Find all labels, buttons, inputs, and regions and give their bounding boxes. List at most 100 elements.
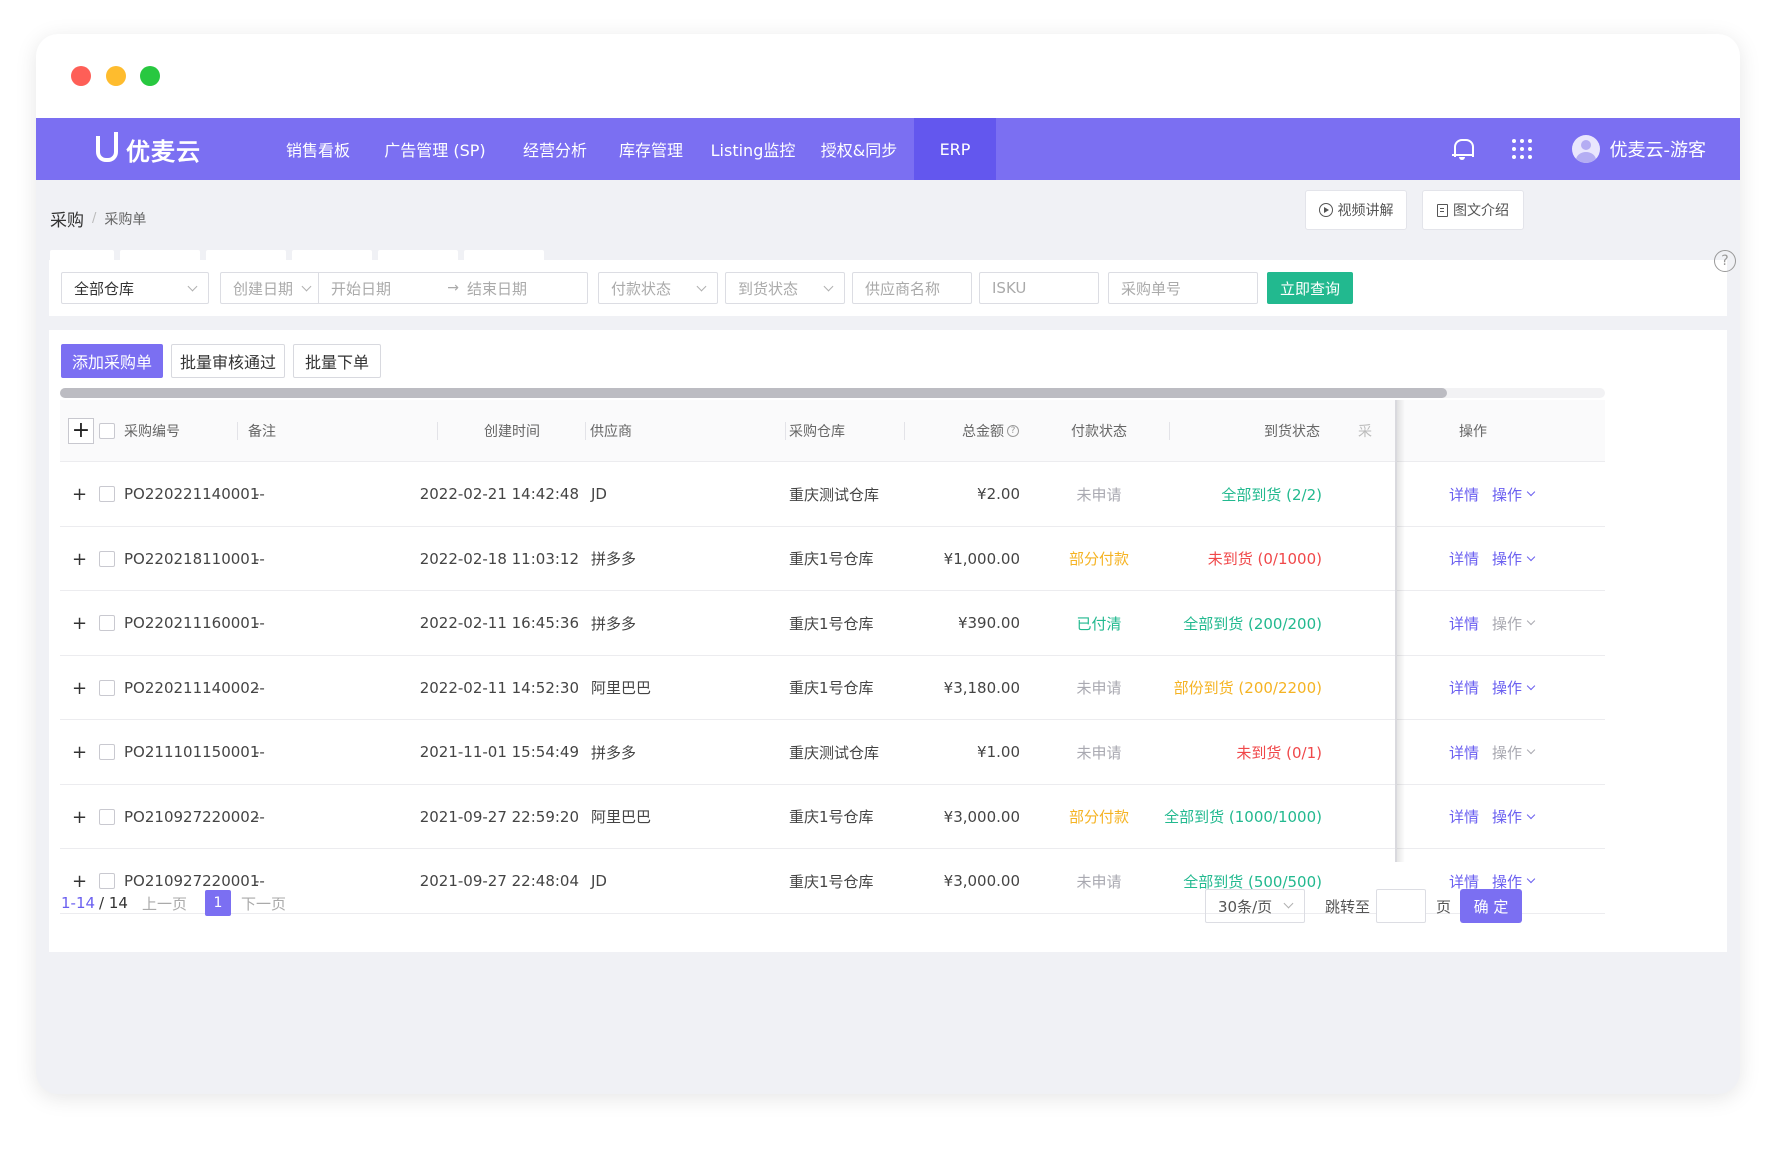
table-header: + 采购编号 备注 创建时间 供应商 采购仓库 总金额? 付款状态 到货状态 采… bbox=[60, 400, 1605, 462]
date-range-picker[interactable]: 创建日期 开始日期 → 结束日期 bbox=[220, 272, 588, 304]
row-checkbox[interactable] bbox=[99, 808, 115, 825]
batch-order-button[interactable]: 批量下单 bbox=[293, 344, 381, 378]
payment-status: 已付清 bbox=[1076, 614, 1122, 633]
po-number[interactable]: PO211101150001 bbox=[124, 720, 259, 784]
row-checkbox[interactable] bbox=[99, 486, 115, 502]
doc-intro-button[interactable]: 图文介绍 bbox=[1422, 190, 1524, 230]
row-checkbox[interactable] bbox=[99, 550, 115, 567]
supplier-name-input[interactable]: 供应商名称 bbox=[852, 272, 972, 304]
chevron-down-icon bbox=[1526, 810, 1536, 819]
col-po-number: 采购编号 bbox=[124, 400, 238, 462]
jump-confirm-button[interactable]: 确 定 bbox=[1460, 889, 1522, 923]
horizontal-scrollbar[interactable] bbox=[60, 388, 1605, 398]
nav-item-sales-board[interactable]: 销售看板 bbox=[276, 118, 360, 180]
expand-row-icon[interactable]: + bbox=[72, 549, 87, 570]
minimize-window-button[interactable] bbox=[106, 66, 126, 86]
detail-link[interactable]: 详情 bbox=[1449, 613, 1479, 634]
page-size-value: 30条/页 bbox=[1218, 897, 1273, 916]
select-all-checkbox[interactable] bbox=[99, 423, 115, 439]
help-question-icon[interactable]: ? bbox=[1714, 250, 1736, 272]
breadcrumb-current: 采购单 bbox=[104, 211, 147, 228]
pagination: 1-14 / 14 上一页 1 下一页 bbox=[61, 890, 286, 916]
expand-row-icon[interactable]: + bbox=[72, 871, 87, 892]
operation-dropdown[interactable]: 操作 bbox=[1492, 484, 1536, 505]
po-number[interactable]: PO220211140002 bbox=[124, 656, 259, 720]
expand-all-icon[interactable]: + bbox=[68, 418, 94, 444]
col-warehouse-label: 采购仓库 bbox=[789, 424, 845, 440]
close-window-button[interactable] bbox=[71, 66, 91, 86]
table-row[interactable]: + PO220218110001 -- 2022-02-18 11:03:12 拼多多 重… bbox=[60, 527, 1605, 591]
detail-link[interactable]: 详情 bbox=[1449, 484, 1479, 505]
expand-row-icon[interactable]: + bbox=[72, 613, 87, 634]
po-number[interactable]: PO220211160001 bbox=[124, 591, 259, 655]
warehouse: 重庆测试仓库 bbox=[789, 743, 880, 762]
jump-page-input[interactable] bbox=[1376, 889, 1426, 923]
row-checkbox[interactable] bbox=[99, 744, 115, 760]
arrival-status-select[interactable]: 到货状态 bbox=[725, 272, 845, 304]
expand-row-icon[interactable]: + bbox=[72, 678, 87, 699]
payment-status: 部分付款 bbox=[1068, 550, 1129, 568]
table-row[interactable]: + PO210927220001 -- 2021-09-27 22:48:04 JD 重庆… bbox=[60, 849, 1605, 914]
row-checkbox[interactable] bbox=[99, 615, 115, 631]
expand-row-icon[interactable]: + bbox=[72, 484, 87, 505]
nav-item-analysis[interactable]: 经营分析 bbox=[510, 118, 600, 180]
operation-dropdown[interactable]: 操作 bbox=[1492, 548, 1536, 569]
nav-item-listing[interactable]: Listing监控 bbox=[702, 118, 804, 180]
table-row[interactable]: + PO210927220002 -- 2021-09-27 22:59:20 阿里巴巴… bbox=[60, 785, 1605, 849]
fixed-column-shadow bbox=[1397, 400, 1405, 862]
col-amount: 总金额? bbox=[905, 400, 1025, 462]
operation-dropdown[interactable]: 操作 bbox=[1492, 806, 1536, 827]
breadcrumb-root[interactable]: 采购 bbox=[50, 206, 84, 231]
apps-grid-icon[interactable] bbox=[1511, 139, 1532, 159]
date-type-select[interactable]: 创建日期 bbox=[221, 273, 319, 303]
detail-link[interactable]: 详情 bbox=[1449, 742, 1479, 763]
nav-item-erp[interactable]: ERP bbox=[914, 118, 996, 180]
total-amount: ¥1.00 bbox=[977, 743, 1020, 761]
row-checkbox[interactable] bbox=[99, 873, 115, 889]
po-number[interactable]: PO220221140001 bbox=[124, 462, 259, 526]
detail-link[interactable]: 详情 bbox=[1449, 806, 1479, 827]
top-navbar: 优麦云 销售看板 广告管理 (SP) 经营分析 库存管理 Listing监控 授… bbox=[36, 118, 1740, 180]
expand-row-icon[interactable]: + bbox=[72, 807, 87, 828]
add-purchase-order-button[interactable]: 添加采购单 bbox=[61, 344, 163, 378]
table-row[interactable]: + PO220211160001 -- 2022-02-11 16:45:36 拼多多 重… bbox=[60, 591, 1605, 656]
po-number[interactable]: PO210927220002 bbox=[124, 785, 259, 849]
col-warehouse: 采购仓库 bbox=[789, 400, 905, 462]
nav-item-auth-sync[interactable]: 授权&同步 bbox=[804, 118, 914, 180]
operation-dropdown[interactable]: 操作 bbox=[1492, 613, 1536, 634]
nav-right: 优麦云-游客 bbox=[1451, 118, 1707, 180]
detail-link[interactable]: 详情 bbox=[1449, 677, 1479, 698]
prev-page-button[interactable]: 上一页 bbox=[142, 893, 187, 914]
bell-icon[interactable] bbox=[1451, 138, 1474, 160]
avatar[interactable] bbox=[1571, 135, 1600, 163]
operation-dropdown[interactable]: 操作 bbox=[1492, 677, 1536, 698]
table-row[interactable]: + PO211101150001 -- 2021-11-01 15:54:49 拼多多 重… bbox=[60, 720, 1605, 785]
table-row[interactable]: + PO220211140002 -- 2022-02-11 14:52:30 阿里巴巴… bbox=[60, 656, 1605, 720]
po-number[interactable]: PO220218110001 bbox=[124, 527, 259, 591]
supplier: 拼多多 bbox=[591, 614, 637, 633]
maximize-window-button[interactable] bbox=[140, 66, 160, 86]
user-name[interactable]: 优麦云-游客 bbox=[1610, 136, 1707, 162]
page-number-button[interactable]: 1 bbox=[204, 890, 231, 916]
logo[interactable]: 优麦云 bbox=[96, 118, 201, 180]
payment-status-select[interactable]: 付款状态 bbox=[598, 272, 718, 304]
start-date-input[interactable]: 开始日期 bbox=[331, 278, 391, 299]
row-checkbox[interactable] bbox=[99, 679, 115, 696]
batch-approve-button[interactable]: 批量审核通过 bbox=[171, 344, 285, 378]
isku-input[interactable]: ISKU bbox=[979, 272, 1099, 304]
search-button[interactable]: 立即查询 bbox=[1267, 272, 1353, 304]
operation-dropdown[interactable]: 操作 bbox=[1492, 742, 1536, 763]
info-icon[interactable]: ? bbox=[1007, 425, 1019, 437]
detail-link[interactable]: 详情 bbox=[1449, 548, 1479, 569]
page-size-select[interactable]: 30条/页 bbox=[1205, 889, 1305, 923]
table-row[interactable]: + PO220221140001 -- 2022-02-21 14:42:48 JD 重庆… bbox=[60, 462, 1605, 527]
end-date-input[interactable]: 结束日期 bbox=[467, 278, 587, 299]
expand-row-icon[interactable]: + bbox=[72, 742, 87, 763]
warehouse-select[interactable]: 全部仓库 bbox=[61, 272, 209, 304]
nav-item-ads[interactable]: 广告管理 (SP) bbox=[360, 118, 510, 180]
nav-item-inventory[interactable]: 库存管理 bbox=[600, 118, 702, 180]
next-page-button[interactable]: 下一页 bbox=[241, 893, 286, 914]
scrollbar-thumb[interactable] bbox=[60, 388, 1447, 398]
po-number-input[interactable]: 采购单号 bbox=[1108, 272, 1258, 304]
video-tutorial-button[interactable]: 视频讲解 bbox=[1305, 190, 1407, 230]
